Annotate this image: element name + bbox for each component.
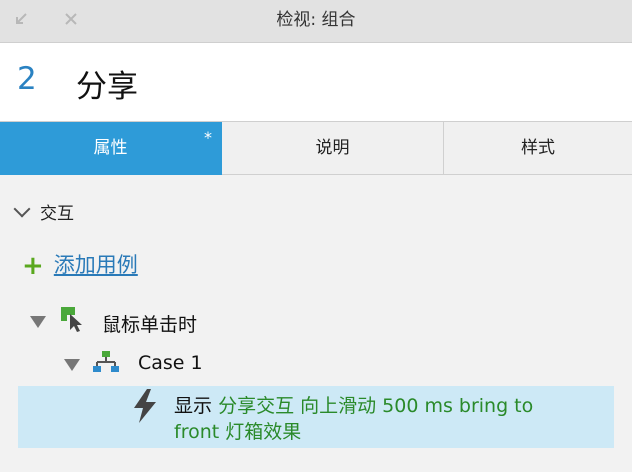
tab-properties[interactable]: 属性 * bbox=[0, 122, 222, 175]
action-detail: 分享交互 向上滑动 500 ms bring to bbox=[218, 395, 534, 417]
action-detail: 灯箱效果 bbox=[225, 421, 302, 443]
interactions-section-header[interactable]: 交互 bbox=[13, 199, 74, 224]
action-detail: front bbox=[174, 421, 220, 443]
window-title: 检视: 组合 bbox=[276, 10, 356, 30]
add-case-label: 添加用例 bbox=[53, 253, 138, 277]
widget-header: 2 分享 bbox=[0, 43, 632, 121]
plus-icon: + bbox=[22, 251, 44, 281]
widget-number: 2 bbox=[17, 61, 37, 97]
action-description: 显示 分享交互 向上滑动 500 ms bring to front 灯箱效果 bbox=[174, 393, 594, 445]
widget-name[interactable]: 分享 bbox=[76, 61, 138, 106]
tab-label: 样式 bbox=[521, 138, 555, 158]
tab-style[interactable]: 样式 bbox=[444, 122, 632, 175]
triangle-down-icon bbox=[30, 316, 46, 328]
action-verb: 显示 bbox=[174, 395, 213, 417]
tab-notes[interactable]: 说明 bbox=[222, 122, 444, 175]
section-label: 交互 bbox=[40, 204, 74, 224]
event-label: 鼠标单击时 bbox=[102, 314, 198, 336]
tab-bar: 属性 * 说明 样式 bbox=[0, 121, 632, 175]
add-case-link[interactable]: + 添加用例 bbox=[22, 249, 138, 281]
triangle-down-icon bbox=[64, 359, 80, 371]
case-tree-icon bbox=[93, 350, 119, 378]
chevron-down-icon bbox=[13, 200, 31, 218]
tab-label: 属性 bbox=[93, 138, 128, 158]
case-label: Case 1 bbox=[138, 352, 203, 374]
action-row[interactable]: 显示 分享交互 向上滑动 500 ms bring to front 灯箱效果 bbox=[18, 386, 614, 448]
lightning-icon bbox=[132, 389, 158, 427]
cursor-click-icon bbox=[60, 306, 86, 336]
modified-marker: * bbox=[204, 128, 212, 147]
title-bar: 检视: 组合 bbox=[0, 0, 632, 43]
tab-label: 说明 bbox=[315, 138, 350, 158]
